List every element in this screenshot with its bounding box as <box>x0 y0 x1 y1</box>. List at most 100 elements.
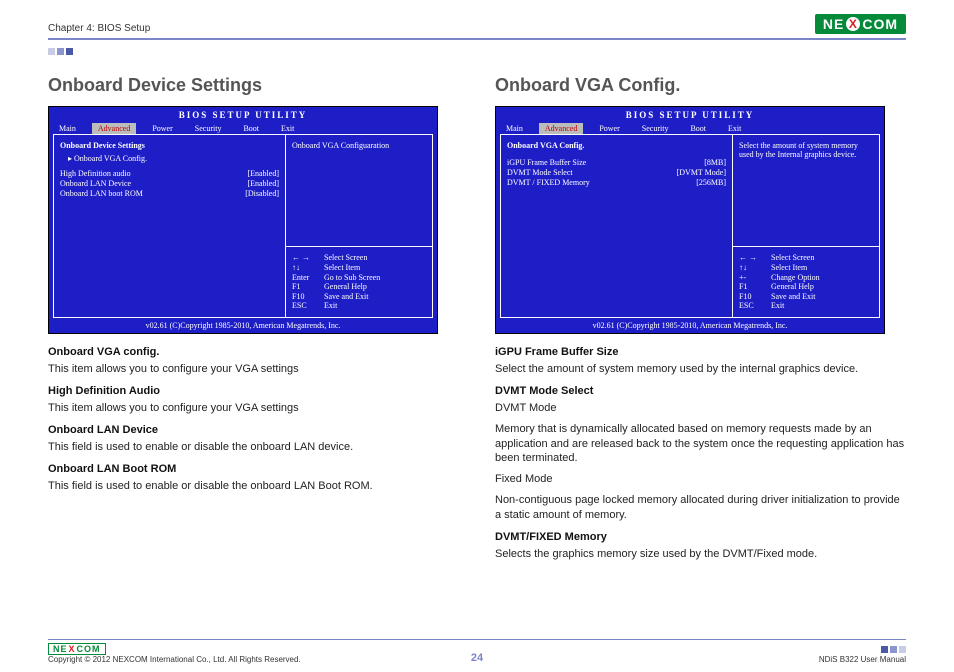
desc-text: This item allows you to configure your V… <box>48 401 459 416</box>
nav-txt: Exit <box>771 301 784 311</box>
nav-txt: Select Screen <box>771 253 814 263</box>
bios-tab-advanced[interactable]: Advanced <box>539 123 583 134</box>
bios-help-top: Onboard VGA Configuaration <box>286 135 432 246</box>
logo-x-icon: X <box>846 17 860 31</box>
bios-row[interactable]: Onboard LAN Device [Enabled] <box>60 179 279 188</box>
bios-tab-security[interactable]: Security <box>189 123 228 134</box>
bios-nav: ← → Select Screen ↑↓ Select Item Enter Go t… <box>286 246 432 317</box>
bios-tab-security[interactable]: Security <box>636 123 675 134</box>
desc-text: DVMT Mode <box>495 401 906 416</box>
bios-tab-main[interactable]: Main <box>53 123 82 134</box>
bios-panel-left: BIOS SETUP UTILITY Main Advanced Power S… <box>48 106 438 334</box>
bios-row-label: DVMT Mode Select <box>507 168 573 177</box>
brand-logo: NE X COM <box>815 14 906 34</box>
logo-x-icon: X <box>69 644 76 654</box>
bios-tab-exit[interactable]: Exit <box>722 123 747 134</box>
bios-section-head: Onboard VGA Config. <box>507 141 726 150</box>
right-title: Onboard VGA Config. <box>495 75 906 96</box>
footer-manual: NDiS B322 User Manual <box>819 655 906 664</box>
bios-tab-boot[interactable]: Boot <box>237 123 265 134</box>
bios-nav: ← → Select Screen ↑↓ Select Item +- Change … <box>733 246 879 317</box>
desc-text: Fixed Mode <box>495 472 906 487</box>
nav-txt: Save and Exit <box>771 292 815 302</box>
chapter-label: Chapter 4: BIOS Setup <box>48 23 150 34</box>
logo-text-2: COM <box>862 16 898 32</box>
nav-key: F1 <box>739 282 765 292</box>
desc-text: This field is used to enable or disable … <box>48 479 459 494</box>
desc-heading: DVMT Mode Select <box>495 385 906 397</box>
bios-row-value: [DVMT Mode] <box>677 168 726 177</box>
bios-tabs: Main Advanced Power Security Boot Exit <box>49 123 437 134</box>
desc-heading: Onboard VGA config. <box>48 346 459 358</box>
bios-row-label: Onboard LAN boot ROM <box>60 189 143 198</box>
nav-txt: General Help <box>771 282 814 292</box>
nav-key: F10 <box>739 292 765 302</box>
logo-text-2: COM <box>77 644 101 654</box>
nav-key: ESC <box>292 301 318 311</box>
desc-text: Selects the graphics memory size used by… <box>495 547 906 562</box>
bios-row-value: [Enabled] <box>247 179 279 188</box>
nav-txt: Select Item <box>324 263 360 273</box>
bios-row-value: [Enabled] <box>247 169 279 178</box>
bios-subitem[interactable]: ▸ Onboard VGA Config. <box>60 154 279 163</box>
bios-title: BIOS SETUP UTILITY <box>49 107 437 123</box>
nav-txt: Go to Sub Screen <box>324 273 380 283</box>
nav-key: F1 <box>292 282 318 292</box>
left-title: Onboard Device Settings <box>48 75 459 96</box>
desc-heading: Onboard LAN Boot ROM <box>48 463 459 475</box>
nav-txt: General Help <box>324 282 367 292</box>
footer-accent <box>819 646 906 653</box>
desc-heading: DVMT/FIXED Memory <box>495 531 906 543</box>
accent-squares <box>48 48 906 55</box>
bios-row[interactable]: iGPU Frame Buffer Size[8MB] <box>507 158 726 167</box>
nav-key: F10 <box>292 292 318 302</box>
bios-row[interactable]: DVMT / FIXED Memory[256MB] <box>507 178 726 187</box>
accent-sq <box>48 48 55 55</box>
nav-key: ← → <box>292 253 318 263</box>
bios-tab-main[interactable]: Main <box>500 123 529 134</box>
nav-txt: Exit <box>324 301 337 311</box>
bios-footer: v02.61 (C)Copyright 1985-2010, American … <box>49 318 437 333</box>
bios-row-value: [Disabled] <box>245 189 279 198</box>
bios-footer: v02.61 (C)Copyright 1985-2010, American … <box>496 318 884 333</box>
desc-heading: High Definition Audio <box>48 385 459 397</box>
bios-help-top: Select the amount of system memory used … <box>733 135 879 246</box>
bios-tab-advanced[interactable]: Advanced <box>92 123 136 134</box>
nav-txt: Change Option <box>771 273 820 283</box>
accent-sq <box>890 646 897 653</box>
bios-row-label: iGPU Frame Buffer Size <box>507 158 586 167</box>
bios-tab-power[interactable]: Power <box>593 123 625 134</box>
bios-row-label: High Definition audio <box>60 169 131 178</box>
bios-tab-boot[interactable]: Boot <box>684 123 712 134</box>
nav-txt: Select Screen <box>324 253 367 263</box>
nav-key: +- <box>739 273 765 283</box>
bios-section-head: Onboard Device Settings <box>60 141 279 150</box>
desc-text: This field is used to enable or disable … <box>48 440 459 455</box>
desc-text: Memory that is dynamically allocated bas… <box>495 422 906 467</box>
bios-tab-exit[interactable]: Exit <box>275 123 300 134</box>
nav-key: ↑↓ <box>739 263 765 273</box>
bios-row[interactable]: High Definition audio [Enabled] <box>60 169 279 178</box>
bios-title: BIOS SETUP UTILITY <box>496 107 884 123</box>
desc-heading: Onboard LAN Device <box>48 424 459 436</box>
nav-txt: Save and Exit <box>324 292 368 302</box>
footer-copyright: Copyright © 2012 NEXCOM International Co… <box>48 655 301 664</box>
footer-logo: NE X COM <box>48 643 106 655</box>
bios-row[interactable]: Onboard LAN boot ROM [Disabled] <box>60 189 279 198</box>
bios-tab-power[interactable]: Power <box>146 123 178 134</box>
nav-key: Enter <box>292 273 318 283</box>
bios-row[interactable]: DVMT Mode Select [DVMT Mode] <box>507 168 726 177</box>
logo-text-1: NE <box>823 16 844 32</box>
nav-key: ↑↓ <box>292 263 318 273</box>
nav-key: ← → <box>739 253 765 263</box>
desc-text: This item allows you to configure your V… <box>48 362 459 377</box>
accent-sq <box>66 48 73 55</box>
page-number: 24 <box>471 652 483 664</box>
desc-text: Non-contiguous page locked memory alloca… <box>495 493 906 523</box>
nav-txt: Select Item <box>771 263 807 273</box>
bios-row-value: [256MB] <box>696 178 726 187</box>
accent-sq <box>881 646 888 653</box>
bios-row-label: Onboard LAN Device <box>60 179 131 188</box>
bios-tabs: Main Advanced Power Security Boot Exit <box>496 123 884 134</box>
accent-sq <box>57 48 64 55</box>
